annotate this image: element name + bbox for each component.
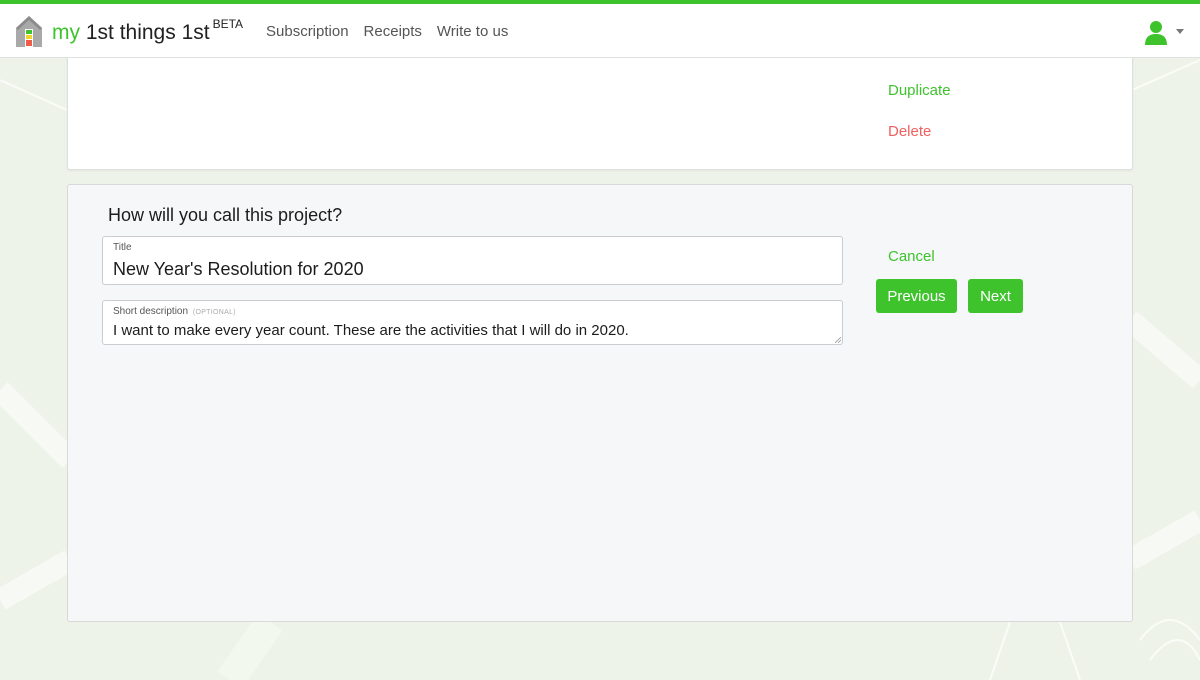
description-field[interactable]: Short description (OPTIONAL) I want to m… (102, 300, 843, 345)
form-question: How will you call this project? (108, 205, 343, 225)
brand-title: 1st things 1st (85, 21, 210, 44)
duplicate-button[interactable]: Duplicate (888, 82, 951, 99)
top-accent-bar (0, 0, 1200, 4)
delete-button[interactable]: Delete (888, 123, 931, 140)
beta-badge: BETA (212, 17, 244, 31)
user-menu-toggle[interactable] (1144, 20, 1184, 46)
nav-link-write-to-us[interactable]: Write to us (437, 23, 508, 40)
project-edit-form: How will you call this project? Title Ne… (67, 184, 1133, 622)
title-input[interactable]: New Year's Resolution for 2020 (113, 259, 364, 280)
description-label-text: Short description (113, 306, 189, 317)
title-field[interactable]: Title New Year's Resolution for 2020 (102, 236, 843, 285)
navbar: my 1st things 1st BETA Subscription Recei… (0, 4, 1200, 58)
brand-my: my (52, 21, 80, 44)
brand-name[interactable]: my 1st things 1st BETA (52, 17, 244, 45)
resize-handle-icon[interactable] (835, 337, 841, 343)
nav-link-receipts[interactable]: Receipts (364, 23, 422, 40)
description-textarea[interactable]: I want to make every year count. These a… (113, 322, 629, 339)
optional-tag: (OPTIONAL) (192, 309, 236, 316)
main-nav: Subscription Receipts Write to us (266, 23, 523, 40)
house-logo-icon[interactable] (15, 15, 43, 48)
project-actions-card: Duplicate Delete (67, 40, 1133, 170)
chevron-down-icon (1176, 29, 1184, 34)
previous-button[interactable]: Previous (876, 279, 957, 313)
description-label: Short description (OPTIONAL) (113, 306, 236, 317)
cancel-button[interactable]: Cancel (888, 248, 935, 265)
nav-link-subscription[interactable]: Subscription (266, 23, 349, 40)
user-icon (1145, 21, 1167, 45)
title-label: Title (113, 242, 132, 253)
next-button[interactable]: Next (968, 279, 1023, 313)
